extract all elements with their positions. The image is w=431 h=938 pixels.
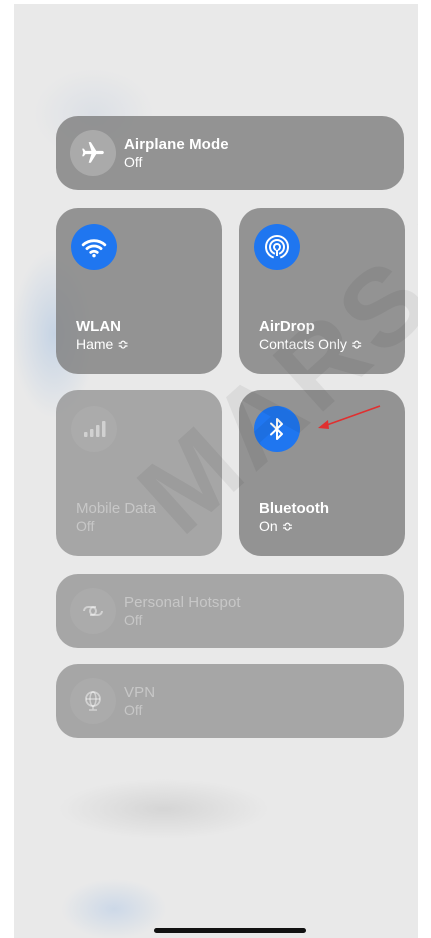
wifi-icon <box>71 224 117 270</box>
vpn-status: Off <box>124 702 143 718</box>
wlan-network: Hame ≎ <box>76 336 129 352</box>
airplane-mode-label: Airplane Mode <box>124 136 229 153</box>
airplane-mode-toggle[interactable]: Airplane Mode Off <box>56 116 404 190</box>
mobile-data-status: Off <box>76 518 95 534</box>
personal-hotspot-toggle[interactable]: Personal Hotspot Off <box>56 574 404 648</box>
vpn-label: VPN <box>124 684 156 701</box>
bluetooth-label: Bluetooth <box>259 500 329 517</box>
control-center-screen: Airplane Mode Off WLAN Hame ≎ AirDrop Co… <box>14 4 418 938</box>
vpn-toggle[interactable]: VPN Off <box>56 664 404 738</box>
airplane-icon <box>70 130 116 176</box>
wlan-tile[interactable]: WLAN Hame ≎ <box>56 208 222 374</box>
home-indicator[interactable] <box>154 928 306 933</box>
hotspot-icon <box>70 588 116 634</box>
mobile-data-label: Mobile Data <box>76 500 157 517</box>
cellular-signal-icon <box>71 406 117 452</box>
airdrop-icon <box>254 224 300 270</box>
airplane-mode-status: Off <box>124 154 143 170</box>
wlan-label: WLAN <box>76 318 121 335</box>
bluetooth-status: On ≎ <box>259 518 294 534</box>
vpn-globe-icon <box>70 678 116 724</box>
hotspot-status: Off <box>124 612 143 628</box>
hotspot-label: Personal Hotspot <box>124 594 241 611</box>
